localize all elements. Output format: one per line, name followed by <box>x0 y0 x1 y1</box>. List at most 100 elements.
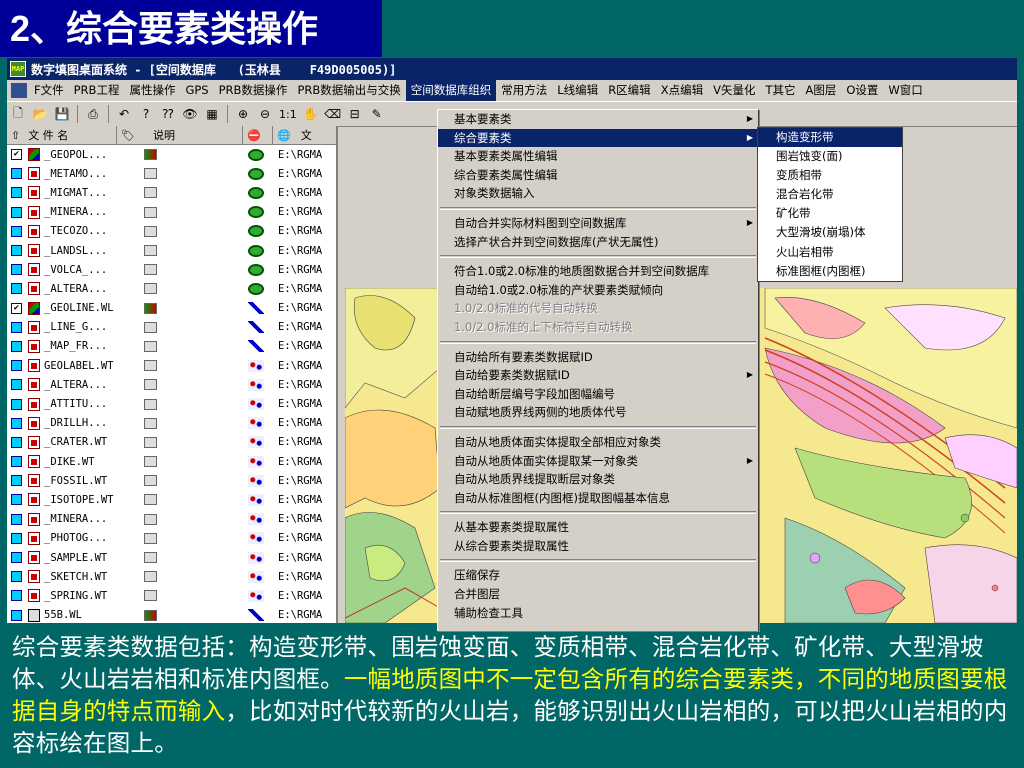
dropdown-item[interactable]: 自动从地质体面实体提取全部相应对象类 <box>438 433 758 452</box>
zoom-out-icon[interactable]: ⊖ <box>255 104 275 124</box>
dropdown-item[interactable]: 符合1.0或2.0标准的地质图数据合并到空间数据库 <box>438 262 758 281</box>
menu-item[interactable]: V矢量化 <box>708 80 760 101</box>
submenu-item[interactable]: 标准图框(内图框) <box>758 262 902 281</box>
layer-visible-checkbox[interactable] <box>11 206 22 218</box>
layer-desc-icon[interactable] <box>144 513 157 525</box>
layer-desc-icon[interactable] <box>144 302 157 314</box>
dropdown-item[interactable]: 自动从地质界线提取断层对象类 <box>438 470 758 489</box>
menu-item[interactable]: GPS <box>180 80 213 101</box>
menu-item[interactable]: O设置 <box>841 80 883 101</box>
layer-desc-icon[interactable] <box>144 245 157 257</box>
submenu-item[interactable]: 火山岩相带 <box>758 243 902 262</box>
open-folder-icon[interactable]: 📂 <box>30 104 50 124</box>
submenu-item[interactable]: 围岩蚀变(面) <box>758 147 902 166</box>
layer-visible-checkbox[interactable] <box>11 436 22 448</box>
layer-desc-icon[interactable] <box>144 168 157 180</box>
layer-desc-icon[interactable] <box>144 264 157 276</box>
layer-visible-checkbox[interactable] <box>11 283 22 295</box>
layer-desc-icon[interactable] <box>144 494 157 506</box>
layer-desc-icon[interactable] <box>144 609 157 621</box>
layer-row[interactable]: _DRILLH... E:\RGMA <box>7 414 336 433</box>
layer-visible-checkbox[interactable] <box>11 245 22 257</box>
layer-desc-icon[interactable] <box>144 225 157 237</box>
layer-visible-checkbox[interactable] <box>11 513 22 525</box>
dropdown-item[interactable]: 综合要素类属性编辑 <box>438 166 758 185</box>
dropdown-item[interactable]: 自动赋地质界线两侧的地质体代号 <box>438 403 758 422</box>
layer-visible-checkbox[interactable] <box>11 456 22 468</box>
zoom-level[interactable]: 1:1 <box>279 108 297 121</box>
layer-row[interactable]: _VOLCA_... E:\RGMA <box>7 260 336 279</box>
dropdown-item[interactable]: 自动从地质体面实体提取某一对象类 ▶ <box>438 452 758 471</box>
layer-desc-icon[interactable] <box>144 187 157 199</box>
layer-row[interactable]: _LANDSL... E:\RGMA <box>7 241 336 260</box>
layer-visible-checkbox[interactable] <box>11 475 22 487</box>
layer-visible-checkbox[interactable] <box>11 609 22 621</box>
dropdown-item[interactable]: 辅助检查工具 <box>438 604 758 623</box>
layer-row[interactable]: ✔ _GEOPOL... E:\RGMA <box>7 145 336 164</box>
layer-row[interactable]: _MINERA... E:\RGMA <box>7 203 336 222</box>
new-file-icon[interactable]: 🗋 <box>8 104 28 124</box>
menu-item[interactable]: X点编辑 <box>656 80 708 101</box>
col-desc[interactable]: 🏷 说明 <box>117 126 243 144</box>
layer-visible-checkbox[interactable] <box>11 494 22 506</box>
eraser-icon[interactable]: ⌫ <box>323 104 343 124</box>
layer-row[interactable]: _MAP_FR... E:\RGMA <box>7 337 336 356</box>
dropdown-item[interactable]: 自动给所有要素类数据赋ID <box>438 348 758 367</box>
layer-visible-checkbox[interactable] <box>11 398 22 410</box>
layer-row[interactable]: _CRATER.WT E:\RGMA <box>7 433 336 452</box>
layer-desc-icon[interactable] <box>144 398 157 410</box>
submenu-item[interactable]: 混合岩化带 <box>758 185 902 204</box>
dropdown-item[interactable]: 从基本要素类提取属性 <box>438 518 758 537</box>
layer-visible-checkbox[interactable]: ✔ <box>11 302 22 314</box>
zoom-in-icon[interactable]: ⊕ <box>233 104 253 124</box>
window-titlebar[interactable]: MAP 数字填图桌面系统 - [空间数据库 (玉林县 F49D005005)] <box>7 58 1017 80</box>
help-icon[interactable]: ? <box>136 104 156 124</box>
layer-row[interactable]: _MINERA... E:\RGMA <box>7 510 336 529</box>
dropdown-item[interactable]: 选择产状合并到空间数据库(产状无属性) <box>438 233 758 252</box>
layer-desc-icon[interactable] <box>144 456 157 468</box>
layer-row[interactable]: _MIGMAT... E:\RGMA <box>7 183 336 202</box>
layer-visible-checkbox[interactable] <box>11 168 22 180</box>
layer-visible-checkbox[interactable] <box>11 187 22 199</box>
layer-visible-checkbox[interactable]: ✔ <box>11 149 22 161</box>
layer-desc-icon[interactable] <box>144 590 157 602</box>
dropdown-item[interactable]: 综合要素类 ▶ <box>438 128 758 148</box>
menu-item[interactable]: W窗口 <box>883 80 927 101</box>
layer-desc-icon[interactable] <box>144 283 157 295</box>
menu-item[interactable]: L线编辑 <box>552 80 603 101</box>
submenu-item[interactable]: 矿化带 <box>758 204 902 223</box>
layer-row[interactable]: _SKETCH.WT E:\RGMA <box>7 567 336 586</box>
menu-item[interactable]: T其它 <box>760 80 800 101</box>
print-icon[interactable]: ⎙ <box>83 104 103 124</box>
layer-row[interactable]: _SPRING.WT E:\RGMA <box>7 586 336 605</box>
layer-desc-icon[interactable] <box>144 532 157 544</box>
layer-visible-checkbox[interactable] <box>11 225 22 237</box>
layer-desc-icon[interactable] <box>144 552 157 564</box>
menu-item[interactable]: 属性操作 <box>124 80 180 101</box>
layer-desc-icon[interactable] <box>144 436 157 448</box>
dropdown-item[interactable]: 自动从标准图框(内图框)提取图幅基本信息 <box>438 489 758 508</box>
layer-visible-checkbox[interactable] <box>11 571 22 583</box>
pan-icon[interactable]: ✋ <box>301 104 321 124</box>
layer-visible-checkbox[interactable] <box>11 552 22 564</box>
layer-row[interactable]: 55B.WL E:\RGMA <box>7 606 336 624</box>
layer-desc-icon[interactable] <box>144 571 157 583</box>
layer-visible-checkbox[interactable] <box>11 379 22 391</box>
layer-icon[interactable]: ▦ <box>202 104 222 124</box>
layer-row[interactable]: _ALTERA... E:\RGMA <box>7 279 336 298</box>
layer-row[interactable]: _DIKE.WT E:\RGMA <box>7 452 336 471</box>
layer-row[interactable]: _PHOTOG... E:\RGMA <box>7 529 336 548</box>
menu-item[interactable]: R区编辑 <box>603 80 656 101</box>
submenu-item[interactable]: 构造变形带 <box>758 128 902 148</box>
layer-visible-checkbox[interactable] <box>11 321 22 333</box>
menu-item[interactable]: 空间数据库组织 <box>405 80 497 101</box>
window-icon[interactable]: ⊟ <box>345 104 365 124</box>
menu-item[interactable]: PRB数据输出与交换 <box>292 80 405 101</box>
layer-row[interactable]: _ATTITU... E:\RGMA <box>7 394 336 413</box>
layer-row[interactable]: _TECOZO... E:\RGMA <box>7 222 336 241</box>
pencil-icon[interactable]: ✎ <box>367 104 387 124</box>
layer-desc-icon[interactable] <box>144 417 157 429</box>
dropdown-item[interactable]: 自动给断层编号字段加图幅编号 <box>438 385 758 404</box>
layer-visible-checkbox[interactable] <box>11 417 22 429</box>
dropdown-item[interactable]: 自动给要素类数据赋ID ▶ <box>438 366 758 385</box>
